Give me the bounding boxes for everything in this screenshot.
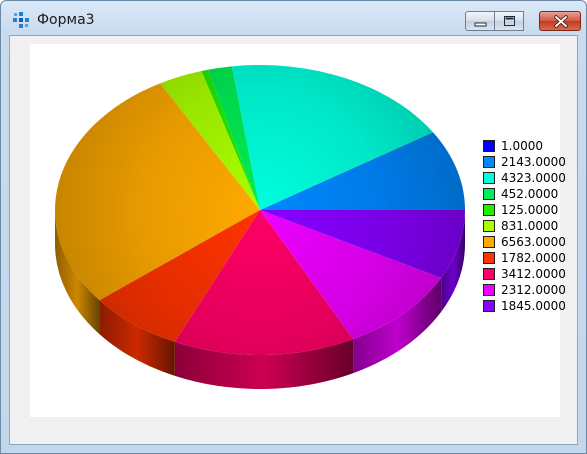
legend-swatch bbox=[483, 252, 495, 264]
legend-swatch bbox=[483, 284, 495, 296]
legend-label: 2312.0000 bbox=[501, 283, 566, 297]
legend-swatch bbox=[483, 156, 495, 168]
title-bar[interactable]: Форма3 bbox=[1, 1, 586, 35]
legend-label: 6563.0000 bbox=[501, 235, 566, 249]
legend-swatch bbox=[483, 300, 495, 312]
window-title: Форма3 bbox=[37, 12, 95, 28]
legend-swatch bbox=[483, 204, 495, 216]
legend-swatch bbox=[483, 268, 495, 280]
minimize-button[interactable] bbox=[465, 11, 495, 31]
legend-swatch bbox=[483, 188, 495, 200]
legend-swatch bbox=[483, 220, 495, 232]
close-icon bbox=[554, 15, 568, 28]
maximize-button[interactable] bbox=[494, 11, 524, 31]
legend-label: 125.0000 bbox=[501, 203, 559, 217]
close-button[interactable] bbox=[539, 11, 581, 31]
app-grid-icon bbox=[13, 12, 29, 28]
legend-swatch bbox=[483, 140, 495, 152]
legend-label: 452.0000 bbox=[501, 187, 559, 201]
legend-label: 3412.0000 bbox=[501, 267, 566, 281]
form-client-area: 1.0000 2143.0000 4323.0000 452.0000 125.0000… bbox=[9, 35, 578, 445]
legend-label: 2143.0000 bbox=[501, 155, 566, 169]
legend-label: 1845.0000 bbox=[501, 299, 566, 313]
legend-swatch bbox=[483, 172, 495, 184]
legend-label: 4323.0000 bbox=[501, 171, 566, 185]
legend-label: 1.0000 bbox=[501, 139, 543, 153]
legend-label: 831.0000 bbox=[501, 219, 559, 233]
app-window: Форма3 1.0000 2143.0000 4323.0000 452.0000 1… bbox=[0, 0, 587, 454]
legend-swatch bbox=[483, 236, 495, 248]
maximize-icon bbox=[504, 16, 515, 26]
pie-top bbox=[55, 64, 465, 355]
chart-panel: 1.0000 2143.0000 4323.0000 452.0000 125.0000… bbox=[30, 44, 566, 417]
pie-chart bbox=[55, 64, 465, 389]
legend-label: 1782.0000 bbox=[501, 251, 566, 265]
minimize-icon bbox=[474, 22, 487, 27]
